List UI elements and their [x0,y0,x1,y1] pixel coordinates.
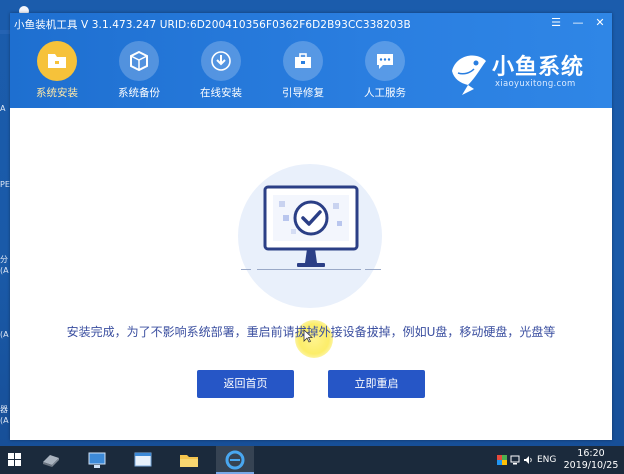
nav-item-system-backup[interactable]: 系统备份 [106,41,172,105]
nav-label: 在线安装 [200,87,242,99]
disk-icon [43,455,59,467]
fish-logo-icon [452,55,486,95]
nav-label: 人工服务 [364,87,406,99]
nav-item-system-install[interactable]: 系统安装 [24,41,90,105]
installer-window: 小鱼装机工具 V 3.1.473.247 URID:6D200410356F03… [10,13,612,440]
window-icon [134,452,152,467]
taskbar-app-storage[interactable] [32,446,70,474]
minimize-button[interactable]: — [570,16,586,30]
desktop-icon-fragment: A [0,104,6,113]
cube-icon [119,41,159,81]
monitor-check-icon [263,185,359,267]
close-button[interactable]: ✕ [592,16,608,30]
taskbar: ENG 16:20 2019/10/25 [0,446,624,474]
download-icon [201,41,241,81]
windows-start-icon[interactable] [0,446,30,474]
nav-item-online-install[interactable]: 在线安装 [188,41,254,105]
nav-item-boot-repair[interactable]: 引导修复 [270,41,336,105]
window-header: 小鱼装机工具 V 3.1.473.247 URID:6D200410356F03… [10,13,612,108]
nav-item-manual-service[interactable]: 人工服务 [352,41,418,105]
taskbar-app-explorer[interactable] [170,446,208,474]
restart-now-button[interactable]: 立即重启 [328,370,425,398]
chat-icon [365,41,405,81]
window-title: 小鱼装机工具 V 3.1.473.247 URID:6D200410356F03… [14,19,411,31]
edge-icon [225,450,245,470]
taskbar-clock[interactable]: 16:20 2019/10/25 [563,448,619,472]
nav-label: 引导修复 [282,87,324,99]
desktop-icon-fragment: (A [0,416,9,425]
folder-icon [37,41,77,81]
desktop-icon-fragment: (A [0,266,9,275]
cursor-icon [303,329,313,343]
desktop-icon-fragment: PE [0,180,10,189]
volume-icon[interactable] [523,455,533,465]
tray-color-icon[interactable] [497,455,507,465]
desktop-icon-fragment: 分 [0,255,8,264]
brand-subtitle: xiaoyuxitong.com [495,79,576,89]
desktop-icon-fragment: 器 [0,405,8,414]
taskbar-app-window[interactable] [124,446,162,474]
menu-icon[interactable]: ☰ [548,16,564,30]
nav-label: 系统备份 [118,87,160,99]
nav-label: 系统安装 [36,87,78,99]
back-home-button[interactable]: 返回首页 [197,370,294,398]
toolbox-icon [283,41,323,81]
network-icon[interactable] [510,455,520,465]
divider-line [241,269,251,270]
brand-title: 小鱼系统 [492,55,585,80]
computer-icon [88,452,106,468]
clock-date: 2019/10/25 [563,460,619,471]
divider-line [257,269,361,270]
folder-icon [180,455,198,467]
clock-time: 16:20 [577,448,605,459]
desktop-icon-fragment: (A [0,330,9,339]
taskbar-app-installer[interactable] [216,446,254,474]
taskbar-app-computer[interactable] [78,446,116,474]
divider-line [365,269,381,270]
language-indicator[interactable]: ENG [537,455,556,465]
